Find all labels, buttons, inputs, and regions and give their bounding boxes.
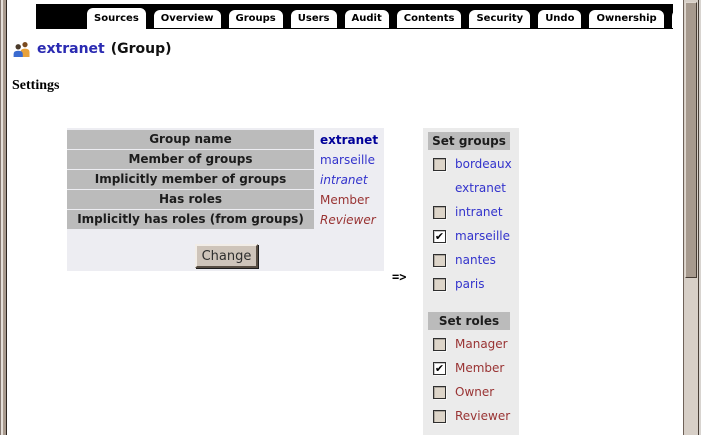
row-label: Implicitly member of groups — [67, 170, 314, 189]
window-left-border — [0, 0, 7, 435]
settings-rows: Group nameextranetMember of groupsmarsei… — [67, 130, 384, 229]
role-option-label: Reviewer — [455, 409, 510, 423]
tab-contents[interactable]: Contents — [396, 9, 463, 28]
group-title: extranet — [37, 41, 105, 57]
row-label: Implicitly has roles (from groups) — [67, 210, 314, 229]
set-groups-header: Set groups — [428, 132, 510, 150]
group-option-label[interactable]: marseille — [455, 229, 510, 243]
page-title: extranet (Group) — [13, 41, 172, 57]
row-label: Has roles — [67, 190, 314, 209]
group-option-label[interactable]: intranet — [455, 205, 503, 219]
checkbox-member[interactable]: ✔ — [433, 362, 446, 375]
checkbox-nantes[interactable] — [433, 254, 446, 267]
table-row: Implicitly member of groupsintranet — [67, 170, 384, 189]
table-row: Has rolesMember — [67, 190, 384, 209]
checkbox-reviewer[interactable] — [433, 410, 446, 423]
row-value[interactable]: marseille — [314, 153, 375, 167]
set-groups-options: bordeaux extranet intranet ✔ marseille nantes… — [428, 152, 519, 296]
checkbox-paris[interactable] — [433, 278, 446, 291]
list-item: nantes — [428, 248, 519, 272]
checkbox-bordeaux[interactable] — [433, 158, 446, 171]
change-button[interactable]: Change — [195, 244, 258, 268]
group-option-label[interactable]: bordeaux — [455, 157, 512, 171]
table-row: Group nameextranet — [67, 130, 384, 149]
tab-security[interactable]: Security — [468, 9, 531, 28]
list-item: Manager — [428, 332, 519, 356]
list-item: Owner — [428, 380, 519, 404]
role-option-label: Manager — [455, 337, 508, 351]
list-item: extranet — [428, 176, 519, 200]
group-option-label[interactable]: paris — [455, 277, 485, 291]
scrollbar-thumb[interactable] — [685, 2, 697, 278]
group-title-suffix: (Group) — [111, 41, 172, 57]
checkbox-spacer — [433, 182, 446, 195]
group-people-icon — [13, 41, 31, 57]
table-row: Member of groupsmarseille — [67, 150, 384, 169]
tab-groups[interactable]: Groups — [228, 9, 284, 28]
list-item: Reviewer — [428, 404, 519, 428]
checkbox-intranet[interactable] — [433, 206, 446, 219]
tab-users[interactable]: Users — [290, 9, 338, 28]
maps-to-arrow: => — [392, 270, 406, 284]
row-label: Group name — [67, 130, 314, 149]
list-item: bordeaux — [428, 152, 519, 176]
section-title: Settings — [12, 78, 59, 94]
row-value: Member — [314, 193, 369, 207]
tab-ownership[interactable]: Ownership — [588, 9, 664, 28]
row-value: Reviewer — [314, 213, 376, 227]
role-option-label: Owner — [455, 385, 494, 399]
row-value[interactable]: intranet — [314, 173, 368, 187]
list-item: ✔ marseille — [428, 224, 519, 248]
tab-undo[interactable]: Undo — [537, 9, 582, 28]
tab-doc[interactable]: Doc — [671, 9, 673, 28]
settings-table: Group nameextranetMember of groupsmarsei… — [67, 128, 384, 271]
checkbox-manager[interactable] — [433, 338, 446, 351]
tab-sources[interactable]: Sources — [86, 7, 147, 29]
set-roles-header: Set roles — [428, 312, 510, 330]
checkbox-marseille[interactable]: ✔ — [433, 230, 446, 243]
group-option-label[interactable]: extranet — [455, 181, 506, 195]
list-item: ✔ Member — [428, 356, 519, 380]
role-option-label: Member — [455, 361, 504, 375]
tab-overview[interactable]: Overview — [153, 9, 222, 28]
set-roles-options: Manager ✔ Member Owner Reviewer — [428, 332, 519, 428]
row-value: extranet — [314, 133, 378, 147]
tab-bar: Sources Overview Groups Users Audit Contents S… — [36, 4, 673, 29]
membership-panel: Set groups bordeaux extranet intranet ✔ mars… — [423, 128, 519, 435]
tab-audit[interactable]: Audit — [344, 9, 390, 28]
table-row: Implicitly has roles (from groups)Review… — [67, 210, 384, 229]
vertical-scrollbar-track[interactable] — [683, 0, 698, 435]
group-option-label[interactable]: nantes — [455, 253, 496, 267]
checkbox-owner[interactable] — [433, 386, 446, 399]
list-item: intranet — [428, 200, 519, 224]
row-label: Member of groups — [67, 150, 314, 169]
list-item: paris — [428, 272, 519, 296]
